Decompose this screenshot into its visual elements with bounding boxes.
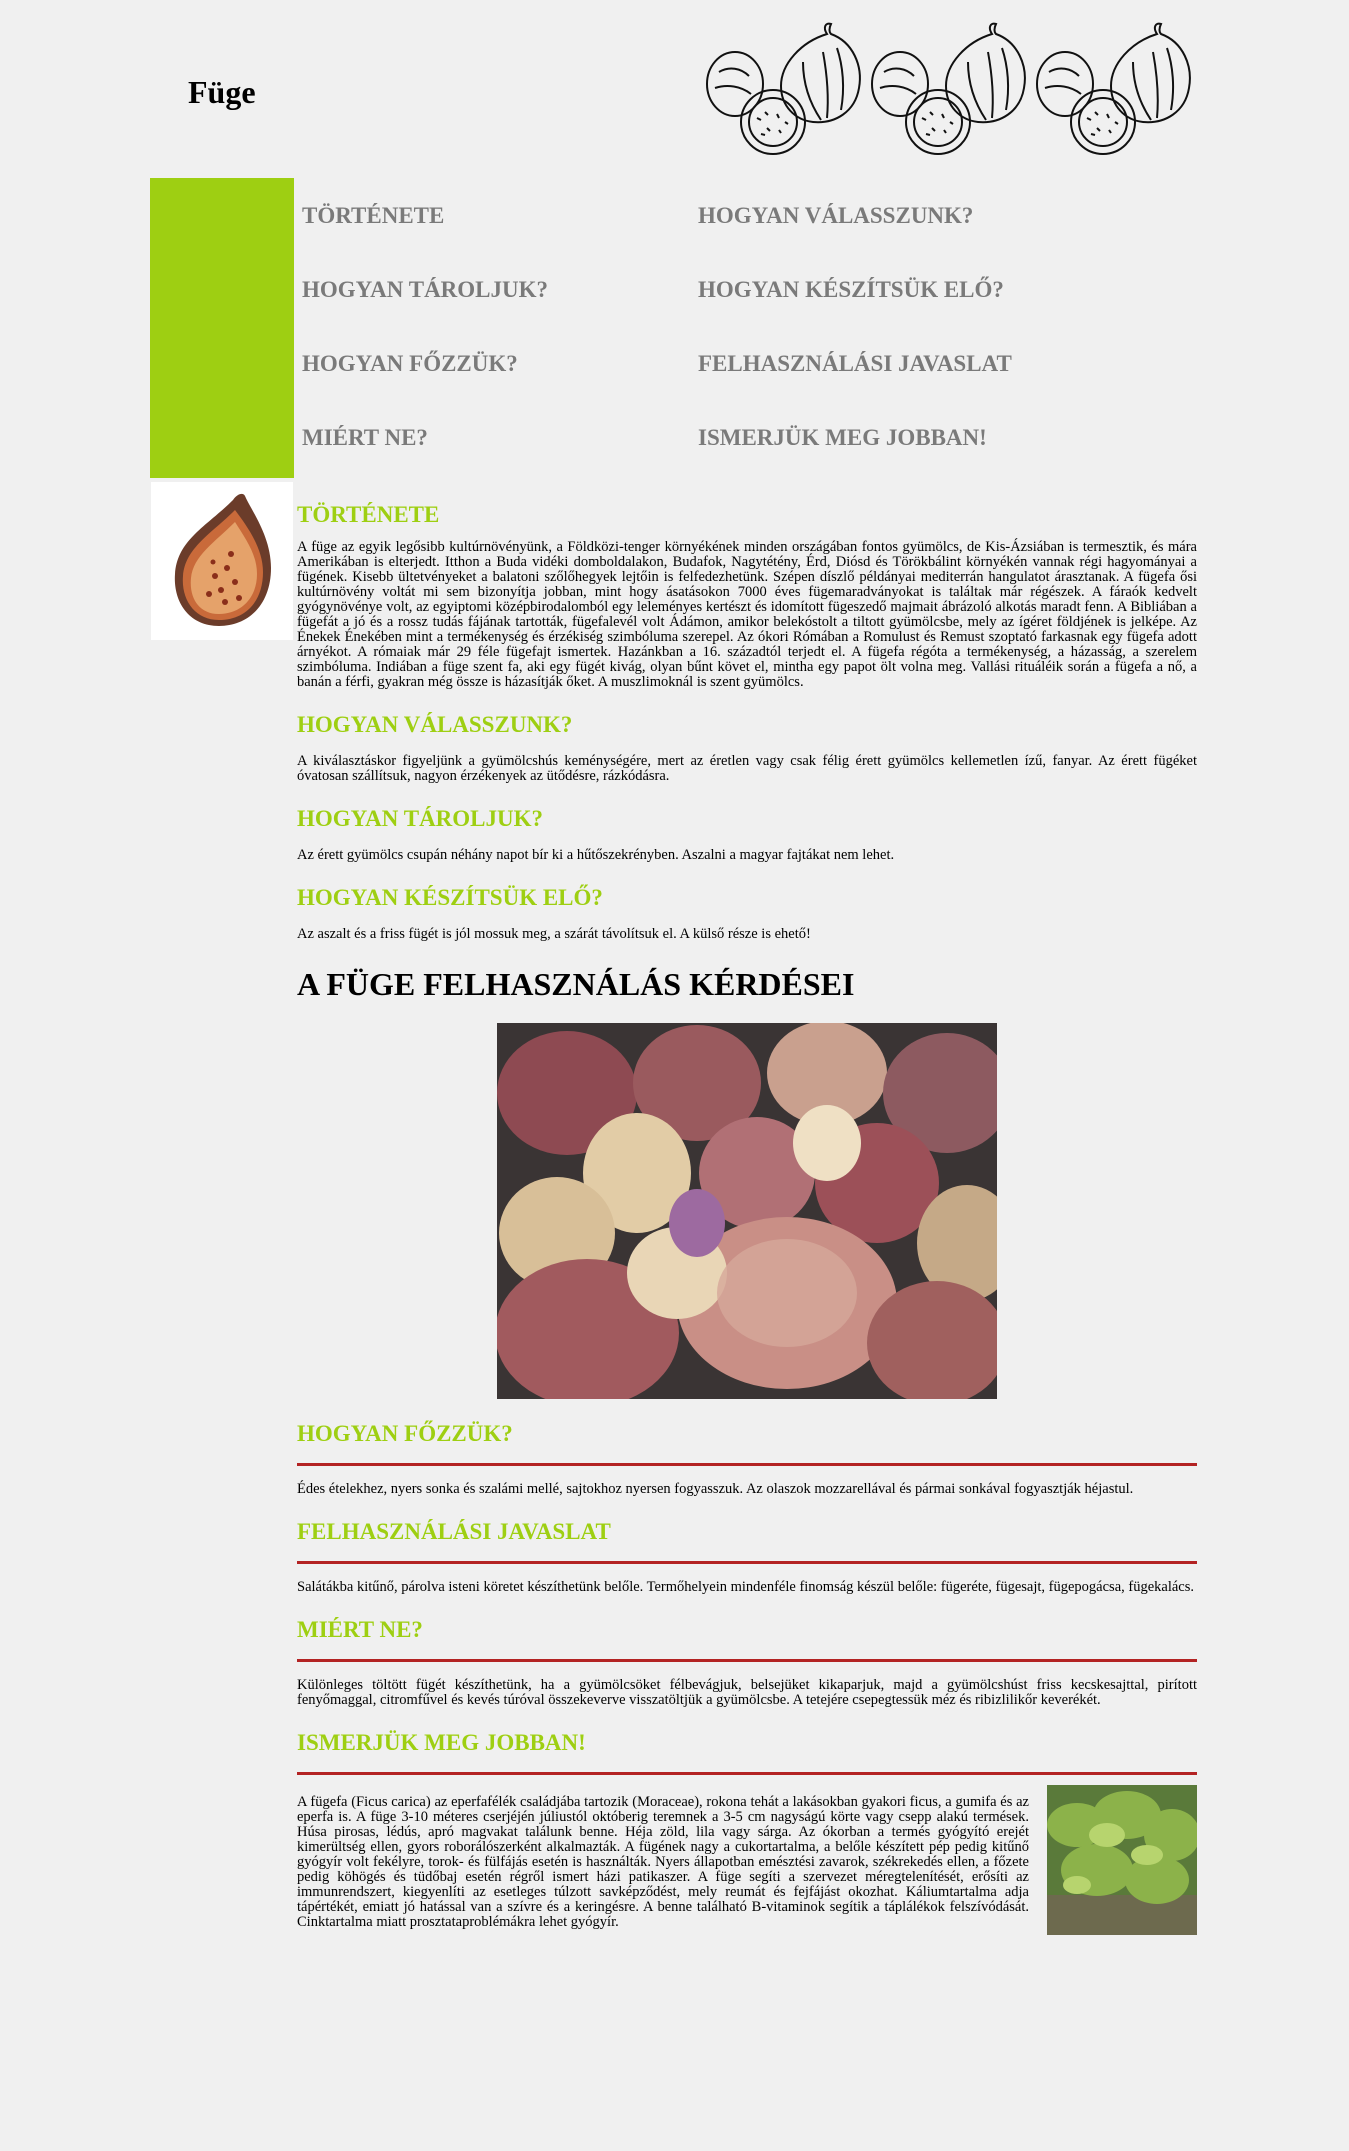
main-content: TÖRTÉNETE A füge az egyik legősibb kultú… bbox=[297, 500, 1197, 1935]
section-divider bbox=[297, 1463, 1197, 1466]
section-text-taroljuk: Az érett gyümölcs csupán néhány napot bí… bbox=[297, 847, 895, 863]
section-text-miert-ne: Különleges töltött fügét készíthetünk, h… bbox=[297, 1677, 1197, 1708]
figs-bowl-photo bbox=[497, 1023, 997, 1399]
fig-line-drawing bbox=[706, 22, 1191, 155]
nav-link-taroljuk[interactable]: HOGYAN TÁROLJUK? bbox=[302, 277, 548, 303]
section-divider bbox=[297, 1772, 1197, 1775]
section-text-javaslat: Salátákba kitűnő, párolva isteni köretet… bbox=[297, 1579, 1195, 1595]
section-heading-fozzuk: HOGYAN FŐZZÜK? bbox=[297, 1421, 513, 1446]
section-divider bbox=[297, 1561, 1197, 1564]
section-heading-taroljuk: HOGYAN TÁROLJUK? bbox=[297, 806, 544, 831]
nav-link-valasszunk[interactable]: HOGYAN VÁLASSZUNK? bbox=[698, 203, 973, 229]
fig-half-thumbnail bbox=[151, 482, 293, 640]
section-heading-javaslat: FELHASZNÁLÁSI JAVASLAT bbox=[297, 1519, 611, 1544]
section-text-keszitsuk: Az aszalt és a friss fügét is jól mossuk… bbox=[297, 926, 811, 942]
section-heading-valasszunk: HOGYAN VÁLASSZUNK? bbox=[297, 712, 573, 737]
section-text-tortenete: A füge az egyik legősibb kultúrnövényünk… bbox=[297, 539, 1197, 690]
section-text-fozzuk: Édes ételekhez, nyers sonka és szalámi m… bbox=[297, 1481, 1134, 1497]
nav-link-tortenete[interactable]: TÖRTÉNETE bbox=[302, 203, 444, 229]
section-heading-ismerjuk: ISMERJÜK MEG JOBBAN! bbox=[297, 1730, 586, 1755]
fig-pair-3 bbox=[1036, 22, 1191, 155]
section-text-valasszunk: A kiválasztáskor figyeljünk a gyümölcshú… bbox=[297, 753, 1197, 784]
site-title: Füge bbox=[188, 74, 256, 110]
fig-tree-photo bbox=[1047, 1785, 1197, 1935]
nav-link-miert-ne[interactable]: MIÉRT NE? bbox=[302, 425, 428, 451]
nav-link-fozzuk[interactable]: HOGYAN FŐZZÜK? bbox=[302, 351, 518, 377]
nav-link-ismerjuk[interactable]: ISMERJÜK MEG JOBBAN! bbox=[698, 425, 987, 451]
section-heading-miert-ne: MIÉRT NE? bbox=[297, 1617, 423, 1642]
section-heading-keszitsuk: HOGYAN KÉSZÍTSÜK ELŐ? bbox=[297, 885, 603, 910]
green-accent-block bbox=[150, 178, 294, 478]
nav-link-javaslat[interactable]: FELHASZNÁLÁSI JAVASLAT bbox=[698, 351, 1012, 377]
fig-pair-1 bbox=[706, 22, 861, 155]
section-heading-tortenete: TÖRTÉNETE bbox=[297, 502, 440, 527]
usage-title: A FÜGE FELHASZNÁLÁS KÉRDÉSEI bbox=[297, 966, 855, 1002]
section-divider bbox=[297, 1659, 1197, 1662]
fig-pair-2 bbox=[871, 22, 1026, 155]
nav-link-keszitsuk[interactable]: HOGYAN KÉSZÍTSÜK ELŐ? bbox=[698, 277, 1004, 303]
